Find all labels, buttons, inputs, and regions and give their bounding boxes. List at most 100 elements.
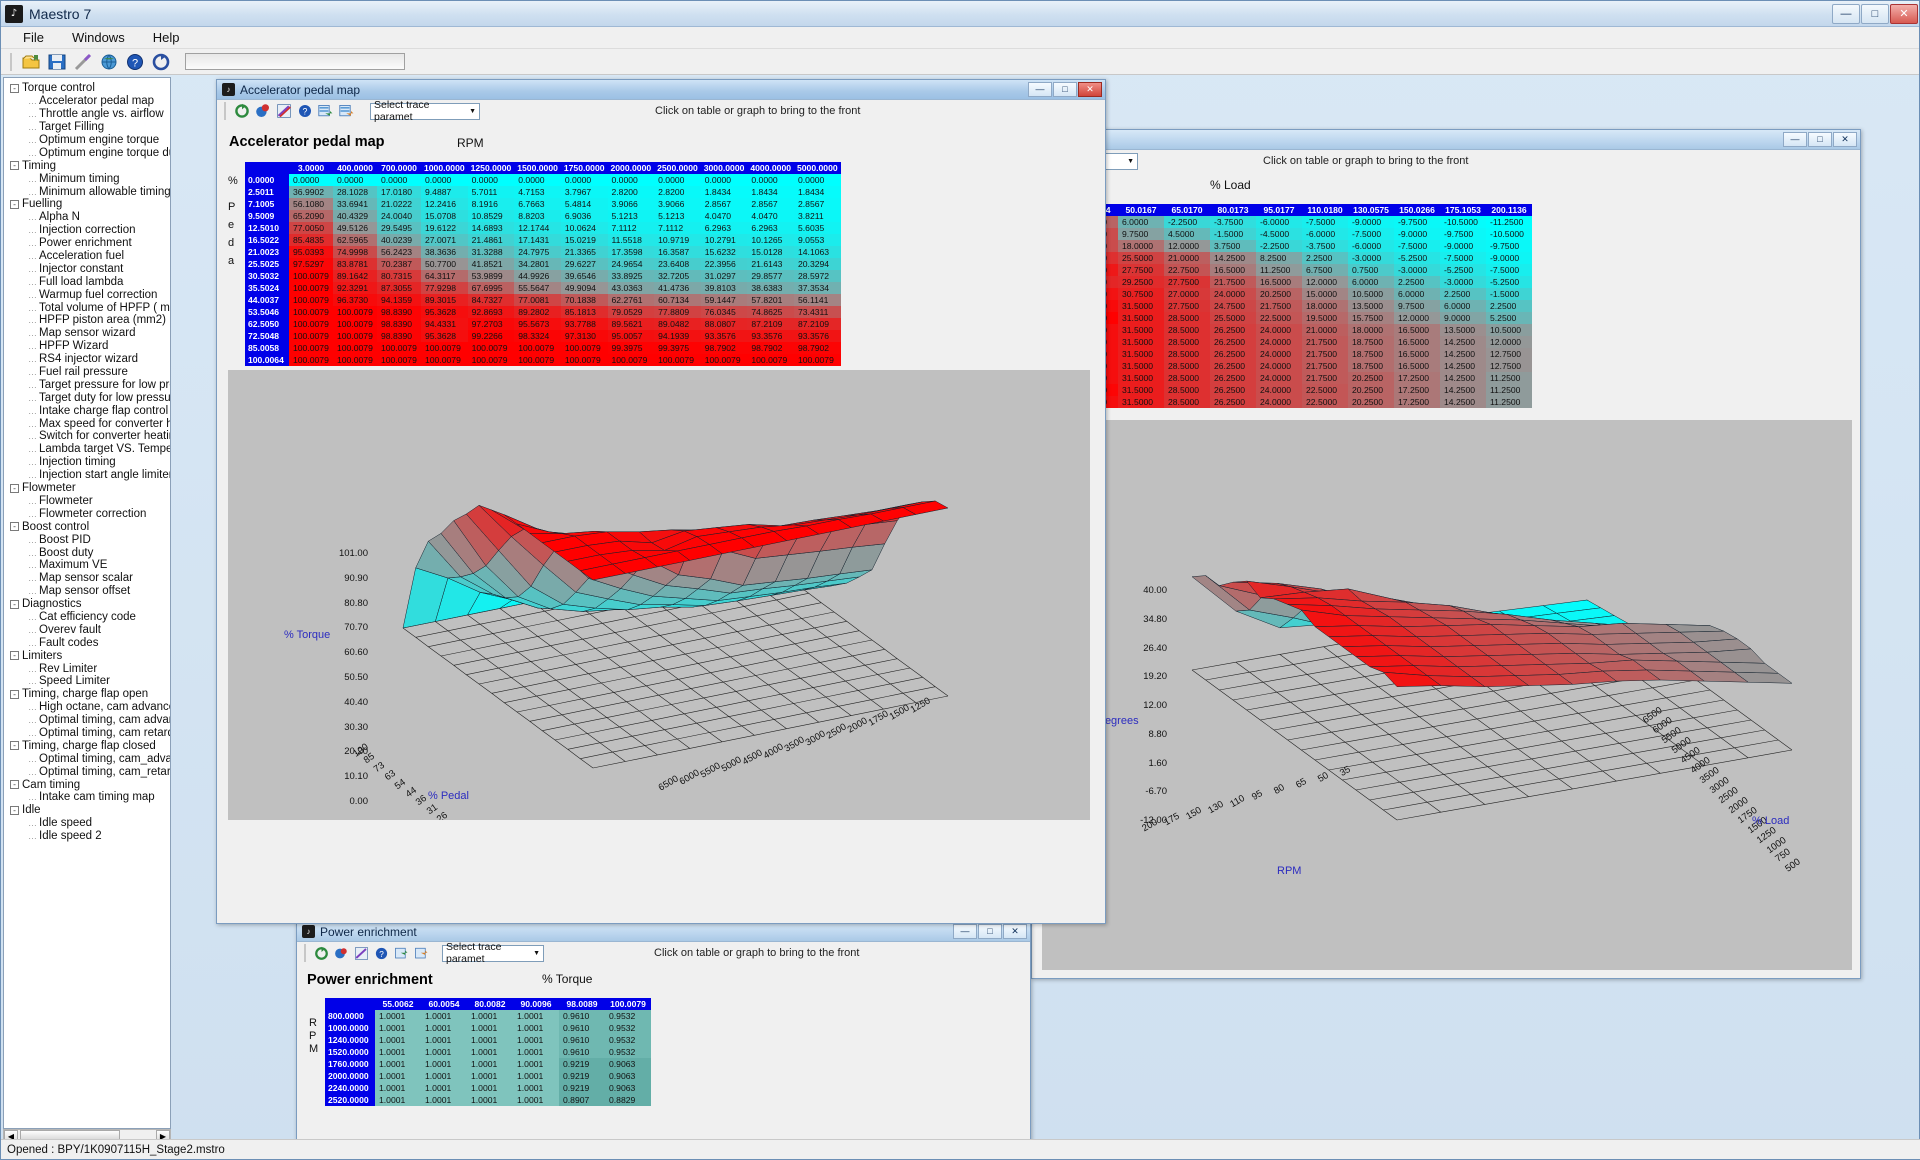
table-cell[interactable]: 29.8577 [747,270,794,282]
table-row[interactable]: 550033.750031.500028.500026.250024.00002… [1032,396,1532,408]
table-cell[interactable]: 11.2500 [1486,396,1532,408]
table-cell[interactable]: 89.2802 [514,306,561,318]
table-cell[interactable]: 24.0000 [1256,336,1302,348]
tree-item-target-pressure-for-low-pressure-fu[interactable]: Target pressure for low pressure fu [6,378,170,391]
close-button[interactable]: ✕ [1890,3,1918,24]
tree-item-throttle-angle-vs-airflow[interactable]: Throttle angle vs. airflow [6,108,170,121]
row-header[interactable]: 7.1005 [245,198,289,210]
table-cell[interactable]: -7.5000 [1302,216,1348,228]
table-cell[interactable]: 24.7975 [514,246,561,258]
table-cell[interactable]: -2.2500 [1256,240,1302,252]
table-cell[interactable]: 100.0079 [289,294,333,306]
heatmap-table[interactable]: 3.0000 400.0000 700.0000 1000.0000 1250.0000… [245,162,841,366]
table-cell[interactable]: 0.9219 [559,1082,605,1094]
table-cell[interactable]: 28.5972 [794,270,841,282]
table-cell[interactable]: 12.0000 [1486,336,1532,348]
help-icon[interactable]: ? [125,52,145,72]
table-cell[interactable]: 27.7500 [1118,264,1164,276]
table-cell[interactable]: 95.5673 [514,318,561,330]
tree-item-injection-start-angle-limiter[interactable]: Injection start angle limiter [6,469,170,482]
table-cell[interactable]: 14.2500 [1440,348,1486,360]
tree-item-fuelling[interactable]: - Fuelling [6,198,170,211]
table-cell[interactable]: 77.0081 [514,294,561,306]
table-cell[interactable]: 21.7500 [1210,276,1256,288]
table-cell[interactable]: 100.0079 [289,318,333,330]
table-row[interactable]: 72.5048 100.0079 100.0079 98.8390 95.3628 99.… [245,330,841,342]
table-cell[interactable]: 100.0079 [333,342,377,354]
table-cell[interactable]: 77.9298 [421,282,468,294]
table-cell[interactable]: 6.0000 [1440,300,1486,312]
table-cell[interactable]: 1.8434 [794,186,841,198]
table-cell[interactable]: 8.2500 [1256,252,1302,264]
tree-item-minimum-allowable-timing[interactable]: Minimum allowable timing [6,185,170,198]
table-row[interactable]: 500034.500031.500027.750024.750021.75001… [1032,300,1532,312]
table-cell[interactable]: 49.5126 [333,222,377,234]
table-cell[interactable]: 0.0000 [607,174,655,186]
column-header[interactable]: 110.0180 [1302,204,1348,216]
table-cell[interactable]: 24.7500 [1210,300,1256,312]
row-header[interactable]: 1760.0000 [325,1058,375,1070]
tree-item-target-filling[interactable]: Target Filling [6,121,170,134]
table-cell[interactable]: 16.3587 [654,246,701,258]
table-cell[interactable]: 28.5000 [1164,312,1210,324]
table-cell[interactable]: 77.8809 [654,306,701,318]
table-cell[interactable]: -7.5000 [1440,252,1486,264]
table-cell[interactable]: 100.0079 [333,318,377,330]
table-cell[interactable]: 0.9532 [605,1046,651,1058]
tree-expander-icon[interactable]: - [10,199,19,209]
table-cell[interactable]: 24.0000 [1210,288,1256,300]
table-cell[interactable]: -1.5000 [1210,228,1256,240]
table-cell[interactable]: 16.5000 [1210,264,1256,276]
table-cell[interactable]: 0.0000 [560,174,608,186]
table-cell[interactable]: 100.0079 [421,342,468,354]
table-cell[interactable]: 8.8203 [514,210,561,222]
table-cell[interactable]: 36.9902 [289,186,333,198]
table-cell[interactable]: 39.8103 [700,282,748,294]
table-cell[interactable]: -9.7500 [1394,216,1440,228]
table-cell[interactable]: 4.0470 [747,210,794,222]
table-cell[interactable]: 62.2761 [607,294,655,306]
table-cell[interactable]: 21.0000 [1302,324,1348,336]
table-cell[interactable]: 7.1112 [607,222,655,234]
tree-expander-icon[interactable]: - [10,599,19,609]
table-cell[interactable]: 98.8390 [377,330,421,342]
table-cell[interactable]: 100.0079 [747,354,794,366]
table-cell[interactable]: 3.8211 [794,210,841,222]
table-cell[interactable]: 0.9532 [605,1022,651,1034]
table-cell[interactable]: 24.0000 [1256,324,1302,336]
table-cell[interactable]: 5.4814 [560,198,608,210]
power-minimize-button[interactable]: — [953,924,977,939]
table-cell[interactable]: -9.7500 [1440,228,1486,240]
column-header[interactable]: 60.0054 [421,998,467,1010]
table-cell[interactable]: 0.9063 [605,1058,651,1070]
tree-item-power-enrichment[interactable]: Power enrichment [6,237,170,250]
advanced-minimize-button[interactable]: — [1783,132,1807,147]
table-cell[interactable]: 26.2500 [1210,324,1256,336]
table-cell[interactable]: 31.5000 [1118,348,1164,360]
table-cell[interactable]: 28.1028 [333,186,377,198]
advanced-close-button[interactable]: ✕ [1833,132,1857,147]
table-cell[interactable]: -7.5000 [1348,228,1394,240]
table-cell[interactable]: 26.2500 [1210,384,1256,396]
table-cell[interactable]: 100.0079 [333,330,377,342]
column-header[interactable]: 90.0096 [513,998,559,1010]
table-cell[interactable]: 79.0529 [607,306,655,318]
column-header[interactable]: 150.0266 [1394,204,1440,216]
table-cell[interactable]: 38.6383 [747,282,794,294]
table-cell[interactable]: 95.0393 [289,246,333,258]
address-input[interactable] [185,53,405,70]
table-cell[interactable]: 19.5000 [1302,312,1348,324]
tree-item-timing[interactable]: - Timing [6,159,170,172]
table-cell[interactable]: 20.3294 [794,258,841,270]
table-cell[interactable]: 62.5965 [333,234,377,246]
refresh-icon[interactable] [314,946,329,961]
table-cell[interactable]: 100.0079 [607,354,655,366]
table-cell[interactable]: 18.7500 [1348,336,1394,348]
table-cell[interactable]: 0.0000 [514,174,561,186]
table-cell[interactable]: 28.5000 [1164,324,1210,336]
table-row[interactable]: 050033.750031.500028.500026.250024.00002… [1032,360,1532,372]
table-cell[interactable]: 100.0079 [654,354,701,366]
table-cell[interactable]: 22.5000 [1302,384,1348,396]
table-cell[interactable]: 4.5000 [1164,228,1210,240]
table-cell[interactable]: 1.0001 [467,1070,513,1082]
